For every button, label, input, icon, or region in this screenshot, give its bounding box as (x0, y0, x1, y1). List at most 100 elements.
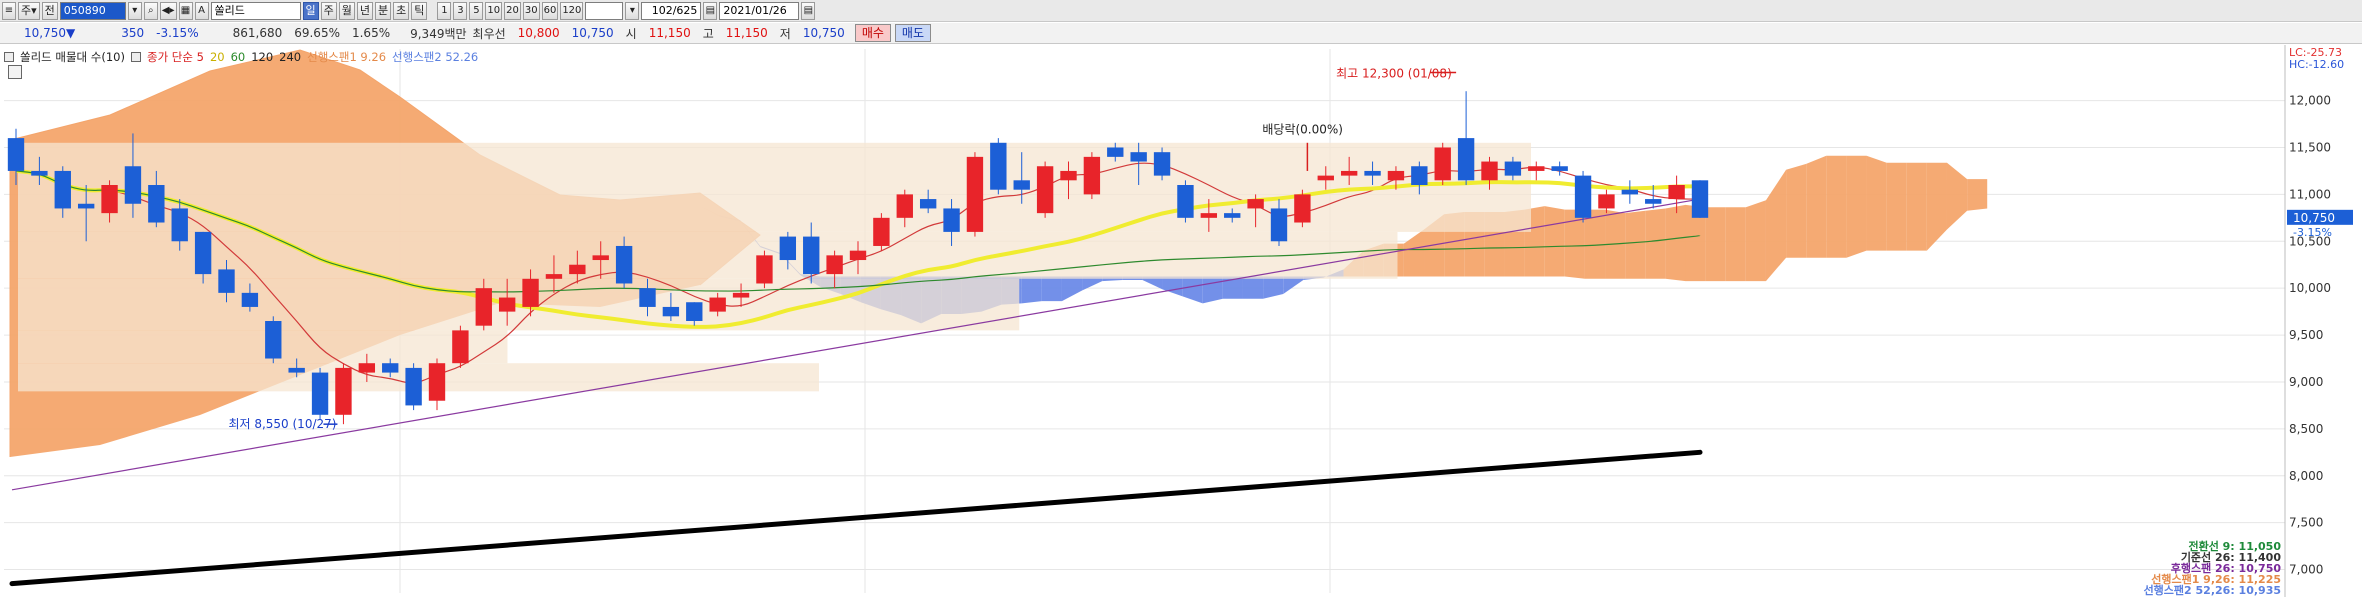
candle-body (522, 278, 539, 307)
open-label: 시 (625, 26, 637, 41)
candle-body (1457, 138, 1475, 181)
legend-ma20: 20 (209, 50, 225, 64)
menu-icon[interactable]: ≡ (2, 1, 16, 20)
candle-body (1504, 161, 1522, 176)
legend-title: 쏠리드 매물대 수(10) (20, 50, 125, 64)
low-annotation: 최저 8,550 (10/27) (228, 417, 336, 431)
interval-button[interactable]: 3 (453, 1, 468, 20)
chart-legend: 쏠리드 매물대 수(10) 종가 단순 5 20 60 120 240 선행스팬… (4, 49, 478, 65)
chart-mode-select[interactable]: 주▾ (18, 1, 40, 20)
candle-body (1317, 175, 1334, 181)
price-change: 350 (121, 26, 145, 40)
interval-button[interactable]: 120 (560, 1, 584, 20)
hc-label: HC:-12.60 (2289, 58, 2344, 71)
chevron-down-icon: ▾ (31, 3, 37, 17)
y-tick-label: 7,500 (2289, 516, 2323, 530)
legend-span2: 선행스팬2 52.26 (392, 50, 479, 64)
chevron-down-icon[interactable]: ▾ (625, 1, 640, 20)
candle-body (265, 321, 282, 359)
y-tick-label: 12,000 (2289, 94, 2331, 108)
prev-button[interactable]: 전 (41, 1, 58, 20)
candle-body (779, 236, 797, 261)
candle-body (1036, 166, 1054, 214)
market-prefix: A (194, 1, 209, 20)
ichimoku-cloud (1826, 155, 1847, 258)
low-label: 저 (779, 26, 791, 41)
candle-body (1060, 170, 1077, 181)
date-field[interactable]: 2021/01/26 (719, 1, 800, 20)
period-day-button[interactable]: 일 (302, 1, 319, 20)
high-annotation: 최고 12,300 (01/08) (1336, 66, 1452, 80)
sell-button[interactable]: 매도 (894, 24, 931, 42)
period-second-button[interactable]: 초 (393, 1, 410, 20)
grid-toggle-icon[interactable] (8, 65, 22, 79)
ichimoku-cloud (1242, 276, 1264, 299)
legend-checkbox[interactable] (130, 52, 141, 62)
candle-body (1270, 208, 1288, 242)
chart-area[interactable]: 7,000 7,500 8,000 8,500 9,000 9,500 10,000 10,5… (0, 45, 2362, 597)
candle-body (943, 208, 960, 232)
period-minute-button[interactable]: 분 (375, 1, 392, 20)
current-price-label: 10,750 (2293, 211, 2335, 225)
period-month-button[interactable]: 월 (338, 1, 355, 20)
interval-button[interactable]: 10 (485, 1, 503, 20)
interval-button[interactable]: 1 (437, 1, 452, 20)
candle-body (7, 138, 25, 171)
candle-body (1130, 152, 1147, 162)
period-week-button[interactable]: 주 (320, 1, 337, 20)
candle-body (826, 255, 843, 275)
buy-button[interactable]: 매수 (854, 24, 891, 42)
candle-body (873, 217, 890, 246)
y-tick-label: 11,500 (2289, 140, 2331, 154)
candle-body (545, 274, 563, 279)
candle-body (1645, 199, 1662, 204)
y-tick-label: 9,500 (2289, 328, 2323, 342)
legend-checkbox[interactable] (4, 52, 14, 62)
period-tick-button[interactable]: 틱 (411, 1, 428, 20)
open-price: 11,150 (648, 26, 691, 40)
candle-body (1107, 147, 1124, 157)
data-count-field[interactable]: 102/625 (641, 1, 702, 20)
y-tick-label: 8,000 (2289, 469, 2323, 483)
candle-body (124, 166, 142, 204)
bid-price: 10,800 (517, 26, 560, 40)
candle-body (919, 199, 937, 209)
interval-button[interactable]: 20 (504, 1, 521, 20)
ask-price: 10,750 (571, 26, 614, 40)
candle-body (1224, 213, 1241, 218)
interval-button[interactable]: 60 (541, 1, 559, 20)
ichimoku-cloud (1745, 200, 1766, 282)
interval-button[interactable]: 30 (522, 1, 540, 20)
dropdown-icon[interactable]: ▾ (127, 1, 142, 20)
legend-ma-label: 종가 단순 5 (146, 50, 204, 64)
settings-icon[interactable]: ▦ (178, 1, 193, 20)
ichimoku-cloud (1846, 155, 1867, 258)
ichimoku-cloud (1665, 204, 1686, 282)
candle-body (1551, 166, 1568, 171)
candle-body (639, 288, 656, 307)
candle-body (1574, 175, 1592, 218)
candle-body (662, 306, 680, 317)
stock-name-field[interactable]: 쏠리드 (210, 1, 301, 20)
candle-body (428, 363, 446, 401)
search-icon[interactable]: ⌕ (143, 1, 158, 20)
candle-body (475, 288, 492, 326)
candlestick-chart[interactable]: 7,0007,5008,0008,5009,0009,50010,00010,5… (0, 45, 2362, 597)
ichimoku-cloud (1041, 276, 1062, 302)
calendar-picker-icon[interactable]: ▤ (801, 1, 816, 20)
interval-select[interactable] (585, 1, 624, 20)
stock-code-input[interactable]: 050890 (59, 1, 126, 20)
period-year-button[interactable]: 년 (356, 1, 373, 20)
candle-body (31, 170, 48, 176)
volume: 861,680 (232, 26, 283, 40)
ichimoku-cloud (1544, 206, 1565, 277)
candle-body (1200, 213, 1218, 218)
calendar-icon[interactable]: ▤ (703, 1, 718, 20)
interval-button[interactable]: 5 (469, 1, 484, 20)
candle-body (148, 185, 165, 223)
candle-body (1434, 147, 1451, 181)
high-label: 고 (702, 26, 714, 41)
speaker-icon[interactable]: ◀▸ (159, 1, 177, 20)
candle-body (1153, 152, 1171, 176)
low-price: 10,750 (802, 26, 845, 40)
